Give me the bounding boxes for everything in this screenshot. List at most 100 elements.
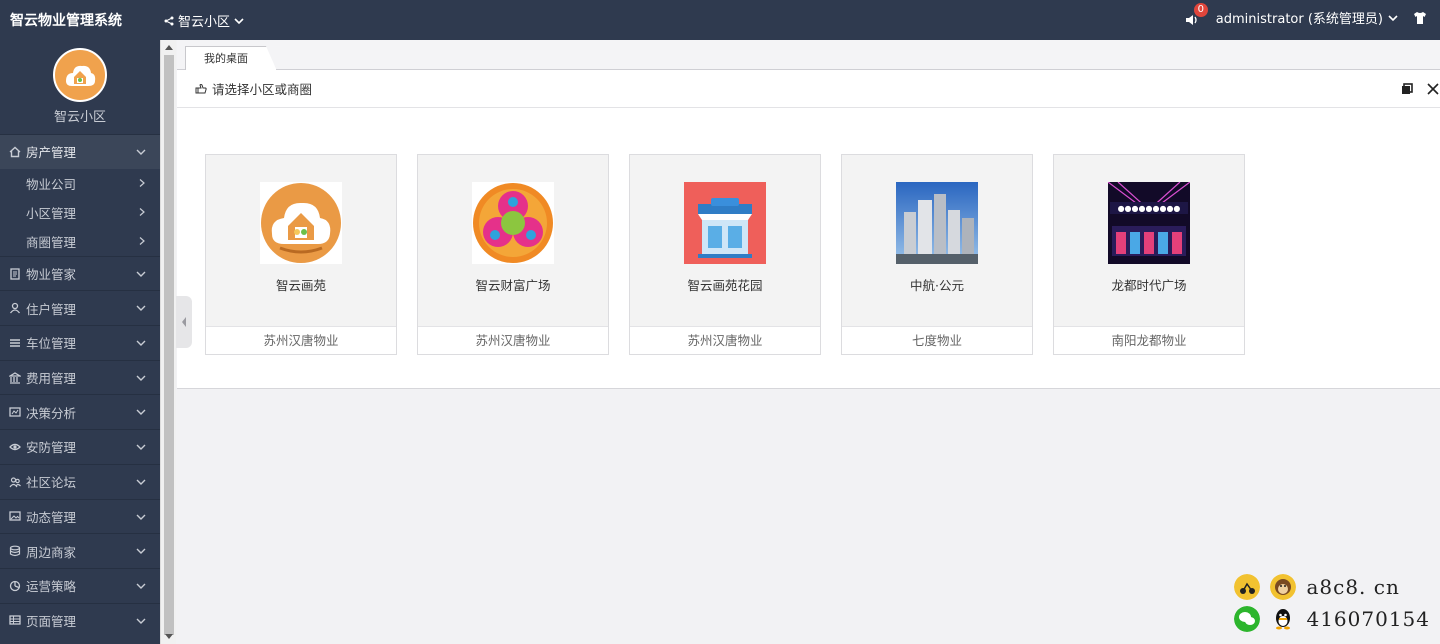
menu-item-label: 动态管理 <box>26 509 77 525</box>
community-card-name: 智云画苑 <box>275 278 326 293</box>
community-card[interactable]: 智云画苑 苏州汉唐物业 <box>205 154 397 355</box>
sidebar-profile-name: 智云小区 <box>53 110 106 125</box>
menu-item-steward[interactable]: 物业管家 <box>0 255 160 291</box>
table-icon <box>9 615 21 626</box>
sidebar-scrollbar[interactable] <box>160 40 176 644</box>
notification-button[interactable]: 0 <box>1184 2 1208 27</box>
rider-icon <box>1234 574 1261 600</box>
menu-item-label: 安防管理 <box>26 440 77 456</box>
panel-title: 请选择小区或商圈 <box>212 82 313 97</box>
user-icon <box>9 303 21 314</box>
scroll-down-arrow-icon[interactable] <box>165 634 173 639</box>
buildings-photo-icon <box>896 182 978 264</box>
submenu-item-community[interactable]: 小区管理 <box>0 198 160 227</box>
community-name: 智云小区 <box>178 15 231 30</box>
sidebar-collapse-handle[interactable] <box>176 296 192 348</box>
community-card[interactable]: 智云财富广场 苏州汉唐物业 <box>417 154 609 355</box>
community-card[interactable]: ●●●●●●●●● 龙都时代广场 南阳龙都物业 <box>1053 154 1245 355</box>
home-icon <box>9 146 21 158</box>
chevron-right-icon <box>139 207 145 216</box>
menu-item-merchants[interactable]: 周边商家 <box>0 533 160 568</box>
menu-item-property[interactable]: 房产管理 <box>0 134 160 169</box>
close-icon[interactable] <box>1426 82 1440 96</box>
flower-logo-icon <box>472 182 554 264</box>
pointing-hand-icon <box>195 83 207 93</box>
app-title: 智云物业管理系统 <box>10 13 122 29</box>
menu-item-label: 页面管理 <box>26 613 77 629</box>
wechat-icon <box>1234 606 1261 632</box>
top-navbar: 智云物业管理系统 智云小区 0 administrator (系统管理员) <box>0 0 1440 40</box>
community-card-list: 智云画苑 苏州汉唐物业 智云财富广场 苏州汉唐物业 智云画苑花园 苏州汉唐物业 … <box>205 154 1245 355</box>
menu-item-pages[interactable]: 页面管理 <box>0 602 160 638</box>
menu-item-fees[interactable]: 费用管理 <box>0 359 160 395</box>
pie-icon <box>9 580 21 591</box>
submenu-item-label: 商圈管理 <box>26 234 77 250</box>
house-cloud-logo-icon <box>59 54 101 96</box>
community-card-name: 中航·公元 <box>910 278 964 293</box>
menu-item-label: 住户管理 <box>26 301 77 317</box>
menu-item-forum[interactable]: 社区论坛 <box>0 463 160 499</box>
file-icon <box>10 267 20 280</box>
watermark: a8c8. cn 416070154 <box>1234 574 1430 632</box>
menu-item-analysis[interactable]: 决策分析 <box>0 394 160 429</box>
submenu-item-business-district[interactable]: 商圈管理 <box>0 227 160 256</box>
monkey-icon <box>1270 574 1297 600</box>
scroll-thumb[interactable] <box>164 55 174 635</box>
tshirt-icon[interactable] <box>1412 10 1428 26</box>
chevron-down-icon <box>136 444 146 451</box>
chevron-down-icon <box>136 409 146 416</box>
database-icon <box>9 545 21 557</box>
sidebar-profile: 智云小区 <box>0 40 160 134</box>
sidebar: 智云小区 房产管理 物业公司 小区管理 商圈管理 物业管家 住户管理 车位管理 <box>0 40 160 644</box>
list-icon <box>10 339 20 347</box>
chevron-right-icon <box>139 236 145 245</box>
menu-item-label: 房产管理 <box>26 145 77 161</box>
menu-item-news[interactable]: 动态管理 <box>0 498 160 534</box>
restore-window-icon[interactable] <box>1400 82 1414 96</box>
community-card-name: 智云财富广场 <box>475 278 551 293</box>
community-card[interactable]: 智云画苑花园 苏州汉唐物业 <box>629 154 821 355</box>
night-plaza-photo-icon: ●●●●●●●●● <box>1108 182 1190 264</box>
store-logo-icon <box>684 182 766 264</box>
chart-icon <box>9 407 21 417</box>
menu-item-security[interactable]: 安防管理 <box>0 429 160 464</box>
menu-item-label: 费用管理 <box>26 371 77 387</box>
community-card-company: 苏州汉唐物业 <box>630 326 820 354</box>
community-switcher[interactable]: 智云小区 <box>164 11 244 30</box>
submenu-item-label: 物业公司 <box>26 176 77 192</box>
menu-item-parking[interactable]: 车位管理 <box>0 325 160 360</box>
chevron-down-icon <box>136 271 146 277</box>
eye-icon <box>9 443 21 451</box>
chevron-down-icon <box>136 514 146 520</box>
menu-item-residents[interactable]: 住户管理 <box>0 290 160 325</box>
community-card-company: 南阳龙都物业 <box>1054 326 1244 354</box>
chevron-down-icon <box>136 479 146 485</box>
community-card[interactable]: 中航·公元 七度物业 <box>841 154 1033 355</box>
community-card-company: 苏州汉唐物业 <box>206 326 396 354</box>
chevron-down-icon <box>1388 14 1398 21</box>
chevron-down-icon <box>136 375 146 381</box>
scroll-up-arrow-icon[interactable] <box>165 45 173 50</box>
avatar[interactable] <box>53 48 107 102</box>
chevron-down-icon <box>136 618 146 624</box>
community-select-panel: 请选择小区或商圈 智云画苑 苏州汉唐物业 智云财富广场 苏州汉唐物业 智云画苑花… <box>177 70 1440 389</box>
menu-item-label: 周边商家 <box>26 544 77 560</box>
tab-bar: 我的桌面 <box>177 40 1440 71</box>
menu-item-label: 车位管理 <box>26 336 77 352</box>
watermark-qq: 416070154 <box>1306 607 1430 631</box>
chevron-down-icon <box>136 340 146 347</box>
community-card-company: 七度物业 <box>842 326 1032 354</box>
bank-icon <box>9 371 21 384</box>
user-menu[interactable]: administrator (系统管理员) <box>1216 8 1398 27</box>
chevron-down-icon <box>136 548 146 555</box>
main-content: 我的桌面 请选择小区或商圈 智云画苑 苏州汉唐物业 智云财富广场 苏州汉唐物业 … <box>177 40 1440 644</box>
chevron-down-icon <box>136 149 146 155</box>
chevron-down-icon <box>234 17 244 24</box>
chevron-right-icon <box>139 178 145 187</box>
submenu-item-company[interactable]: 物业公司 <box>0 169 160 198</box>
menu-item-label: 运营策略 <box>26 579 77 595</box>
menu-item-label: 社区论坛 <box>26 475 77 491</box>
submenu-item-label: 小区管理 <box>26 205 77 221</box>
tab-my-desktop[interactable]: 我的桌面 <box>185 46 277 71</box>
menu-item-operations[interactable]: 运营策略 <box>0 567 160 603</box>
